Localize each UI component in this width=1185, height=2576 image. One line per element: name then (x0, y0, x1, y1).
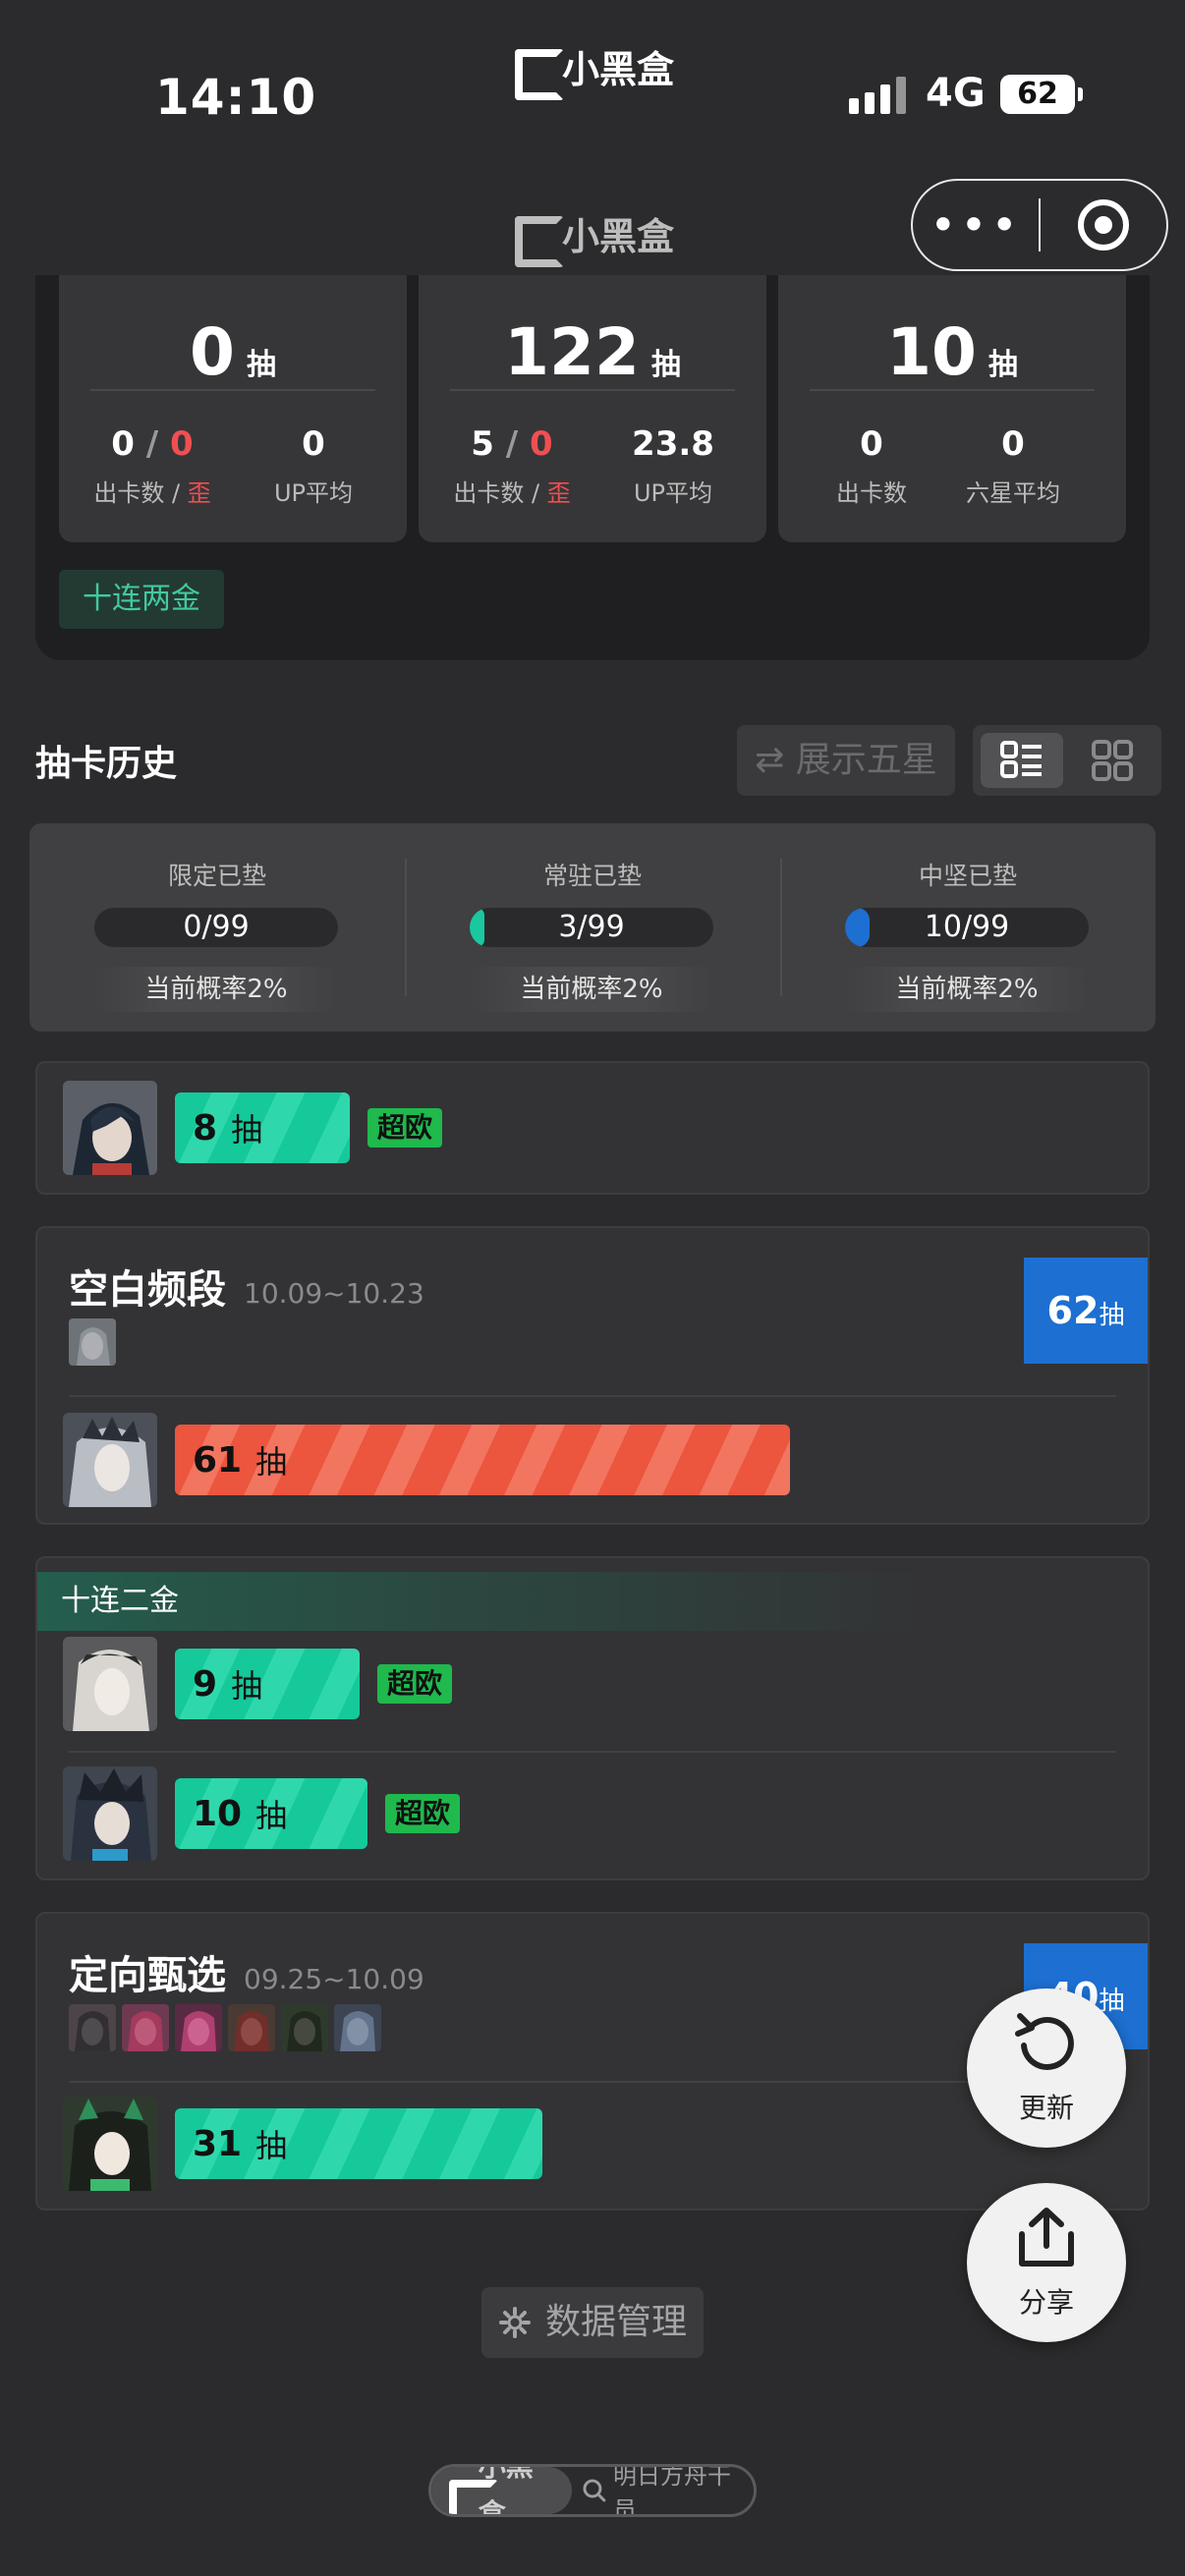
status-brand: 小黑盒 (511, 39, 675, 100)
pity-panel: 限定已垫 0/99 当前概率2% 常驻已垫 3/99 当前概率2% 中坚已垫 1… (29, 823, 1156, 1032)
pull-count-bar: 61 抽 (175, 1425, 790, 1495)
nav-bar: 小黑盒 ••• (0, 167, 1185, 290)
pull-count-bar: 9抽 (175, 1649, 360, 1719)
mini-program-capsule: ••• (911, 179, 1168, 271)
divider (69, 2081, 1116, 2083)
heybox-logo-icon (445, 2476, 498, 2514)
summary-card: 0抽 0 / 0 出卡数 / 歪 0 UP平均 122 抽 5 / 0 出卡数 /… (35, 275, 1150, 660)
data-manage-button[interactable]: 数据管理 (481, 2287, 704, 2358)
battery-icon: 62 (1000, 75, 1083, 114)
app-root: { "status_bar": {"time": "14:10", "app_n… (0, 0, 1185, 2576)
footer-brand: 小黑盒 (431, 2467, 573, 2514)
pity-progress-bar: 3/99 (470, 908, 713, 947)
pity-core: 中坚已垫 10/99 当前概率2% (780, 823, 1156, 1032)
operator-avatar (63, 1637, 157, 1731)
summary-stat-standard: 122 抽 5 / 0 出卡数 / 歪 23.8 UP平均 (419, 275, 766, 542)
list-view-icon (1000, 741, 1042, 778)
divider (69, 1395, 1116, 1397)
pull-count-bar: 8抽 (175, 1092, 350, 1163)
summary-stat-core: 10 抽 0 出卡数 0 六星平均 (778, 275, 1126, 542)
pity-rate: 当前概率2% (470, 967, 713, 1012)
divider (810, 389, 1095, 391)
summary-stat-limited: 0抽 0 / 0 出卡数 / 歪 0 UP平均 (59, 275, 407, 542)
mini-avatar (122, 2004, 169, 2051)
footer-badge: 小黑盒 明日方舟干员 (428, 2464, 757, 2517)
operator-avatar (63, 1081, 157, 1175)
operator-avatar (63, 1766, 157, 1861)
status-time: 14:10 (155, 69, 317, 126)
banner-title: 空白频段 10.09~10.23 (69, 1267, 424, 1313)
network-type: 4G (926, 71, 986, 116)
status-bar: 14:10 小黑盒 4G 62 (0, 0, 1185, 167)
stat-count: 0抽 (190, 314, 276, 390)
ten-pull-tag: 十连两金 (59, 570, 224, 629)
heybox-logo-icon (511, 45, 564, 100)
stat-col-up-avg: 23.8 UP平均 (632, 424, 714, 507)
grid-view-button[interactable] (1071, 733, 1154, 788)
operator-avatar (63, 2097, 157, 2191)
nav-title-text: 小黑盒 (562, 215, 675, 258)
divider (90, 389, 375, 391)
nav-title: 小黑盒 (511, 206, 675, 267)
banner-card-blank-band[interactable]: 空白频段 10.09~10.23 62抽 61 抽 (35, 1226, 1150, 1525)
ten-pull-ribbon: 十连二金 (37, 1572, 922, 1631)
stat-count: 10 抽 (886, 314, 1018, 390)
mini-avatar (69, 1318, 116, 1366)
share-button[interactable]: 分享 (967, 2183, 1126, 2342)
list-view-button[interactable] (981, 733, 1063, 788)
mini-avatar (281, 2004, 328, 2051)
stat-col-six-star-avg: 0 六星平均 (966, 424, 1060, 507)
grid-view-icon (1092, 740, 1133, 781)
refresh-button[interactable]: 更新 (967, 1988, 1126, 2148)
mini-avatar (334, 2004, 381, 2051)
close-target-icon (1077, 199, 1129, 251)
pull-record-card[interactable]: 8抽 超欧 (35, 1061, 1150, 1195)
mini-avatar (228, 2004, 275, 2051)
operator-avatar (63, 1413, 157, 1507)
refresh-icon (1015, 2013, 1074, 2070)
pity-progress-bar: 10/99 (845, 908, 1089, 947)
search-icon (583, 2479, 606, 2502)
pity-limited: 限定已垫 0/99 当前概率2% (29, 823, 405, 1032)
view-mode-toggle (973, 725, 1161, 796)
pity-rate: 当前概率2% (94, 967, 338, 1012)
more-button[interactable]: ••• (913, 202, 1039, 248)
lucky-badge: 超欧 (377, 1664, 453, 1704)
pity-progress-bar: 0/99 (94, 908, 338, 947)
lucky-badge: 超欧 (367, 1108, 443, 1148)
mini-avatar (175, 2004, 222, 2051)
signal-icon (849, 77, 906, 114)
banner-up-operators (69, 2004, 381, 2051)
pity-standard: 常驻已垫 3/99 当前概率2% (405, 823, 780, 1032)
status-brand-text: 小黑盒 (562, 48, 675, 91)
pity-rate: 当前概率2% (845, 967, 1089, 1012)
stat-count: 122 抽 (504, 314, 681, 390)
share-icon (1019, 2208, 1074, 2267)
close-button[interactable] (1041, 199, 1166, 251)
divider (69, 1751, 1116, 1753)
stat-col-up-avg: 0 UP平均 (273, 424, 354, 507)
banner-up-operators (69, 1318, 116, 1366)
gear-icon (498, 2307, 531, 2338)
pull-count-bar: 31 抽 (175, 2108, 542, 2179)
lucky-badge: 超欧 (385, 1794, 461, 1833)
ten-pull-group-card[interactable]: 十连二金 9抽 超欧 10 抽 超欧 (35, 1556, 1150, 1880)
stat-col-cards: 0 / 0 出卡数 / 歪 (93, 424, 211, 507)
divider (450, 389, 735, 391)
stat-col-cards: 5 / 0 出卡数 / 歪 (453, 424, 571, 507)
stat-col-cards: 0 出卡数 (836, 424, 907, 507)
show-five-star-button[interactable]: ⇄ 展示五星 (737, 725, 955, 796)
banner-total-pulls: 62抽 (1024, 1258, 1148, 1364)
pull-count-bar: 10 抽 (175, 1778, 367, 1849)
history-title: 抽卡历史 (35, 744, 178, 784)
mini-avatar (69, 2004, 116, 2051)
banner-title: 定向甄选 09.25~10.09 (69, 1953, 424, 1998)
footer-game: 明日方舟干员 (582, 2467, 754, 2514)
heybox-logo-icon (511, 212, 564, 267)
